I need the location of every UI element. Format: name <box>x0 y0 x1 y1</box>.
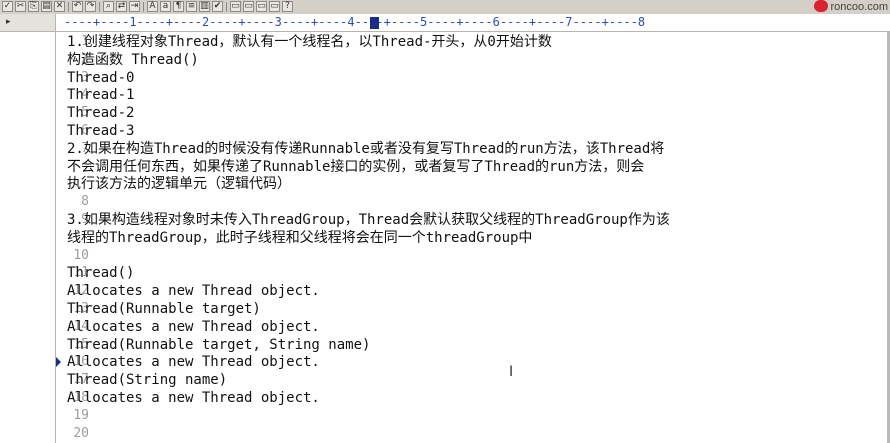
editor-line[interactable]: 10 <box>56 247 890 265</box>
editor-line[interactable]: 2 构造函数 Thread() <box>56 51 890 69</box>
toolbar: ✓ ✂ ⎘ ▤ ✕ ↶ ↷ ⌕ ⇄ ⇥ Aa ¶ ≡ ▥ ✔ ▭ ▭ ▭ ▭? roncoo.com <box>0 0 890 15</box>
brand-label: roncoo.com <box>830 1 888 13</box>
editor-line[interactable]: 5 Thread-2 <box>56 104 890 122</box>
editor-line[interactable]: 4 Thread-1 <box>56 86 890 104</box>
find-icon[interactable]: ⌕ <box>103 1 114 12</box>
toolbar-separator <box>99 2 100 12</box>
line-text: Allocates a new Thread object. <box>67 283 320 300</box>
replace-icon[interactable]: ⇄ <box>116 1 127 12</box>
left-panel-header: ▸ <box>0 14 55 32</box>
editor-line[interactable]: 执行该方法的逻辑单元（逻辑代码） <box>56 175 890 193</box>
editor-line[interactable]: 15 Thread(Runnable target, String name) <box>56 336 890 354</box>
line-text: Allocates a new Thread object. <box>67 354 320 371</box>
line-number: 10 <box>73 247 89 263</box>
editor-line[interactable]: 17 Thread(String name) <box>56 371 890 389</box>
line-number: 19 <box>73 407 89 423</box>
line-text: Thread(Runnable target) <box>67 301 261 317</box>
editor-line[interactable]: 9 3.如果构造线程对象时未传入ThreadGroup，Thread会默认获取父线… <box>56 211 890 229</box>
text-editor[interactable]: 1 1.创建线程对象Thread，默认有一个线程名，以Thread-开头，从0开始… <box>56 32 890 443</box>
editor-line[interactable]: 6 Thread-3 <box>56 122 890 140</box>
roncoo-logo-icon <box>813 0 828 12</box>
editor-line[interactable]: 12 Allocates a new Thread object. <box>56 282 890 300</box>
ruler-scale: ----+----1----+----2----+----3----+----4… <box>64 15 646 29</box>
column-icon[interactable]: ▥ <box>199 1 210 12</box>
line-text: 执行该方法的逻辑单元（逻辑代码） <box>67 176 291 193</box>
cut-icon[interactable]: ✂ <box>15 1 26 12</box>
line-text: 不会调用任何东西，如果传递了Runnable接口的实例，或者复写了Thread的… <box>67 158 645 175</box>
editor-line[interactable]: 20 <box>56 425 890 443</box>
brand-logo: roncoo.com <box>813 0 888 14</box>
window3-icon[interactable]: ▭ <box>256 1 267 12</box>
editor-line[interactable]: 14 Allocates a new Thread object. <box>56 318 890 336</box>
editor-line[interactable]: 11 Thread() <box>56 264 890 282</box>
ibeam-cursor-icon: I <box>509 364 514 380</box>
line-text: Thread(String name) <box>67 372 228 389</box>
line-number: 20 <box>73 425 89 441</box>
line-text: Thread-0 <box>67 69 135 86</box>
toolbar-separator <box>143 2 144 12</box>
goto-icon[interactable]: ⇥ <box>129 1 140 12</box>
redo-icon[interactable]: ↷ <box>85 1 96 12</box>
font-icon[interactable]: A <box>147 1 158 12</box>
line-text: Allocates a new Thread object. <box>67 390 320 406</box>
undo-icon[interactable]: ↶ <box>72 1 83 12</box>
wrap-icon[interactable]: ¶ <box>173 1 184 12</box>
editor-line[interactable]: 不会调用任何东西，如果传递了Runnable接口的实例，或者复写了Thread的… <box>56 158 890 176</box>
window1-icon[interactable]: ▭ <box>230 1 241 12</box>
editor-line[interactable]: 7 2.如果在构造Thread的时候没有传递Runnable或者没有复写Threa… <box>56 140 890 158</box>
left-panel: ▸ <box>0 14 56 443</box>
line-number: 8 <box>81 194 89 210</box>
editor-line[interactable]: 1 1.创建线程对象Thread，默认有一个线程名，以Thread-开头，从0开始… <box>56 33 890 51</box>
arrow-right-icon[interactable]: ▸ <box>6 17 11 27</box>
toolbar-separator <box>68 2 69 12</box>
spell-icon[interactable]: ✔ <box>212 1 223 12</box>
editor-line[interactable]: 19 <box>56 407 890 425</box>
help-icon[interactable]: ? <box>282 1 293 12</box>
line-text: Thread(Runnable target, String name) <box>67 336 371 353</box>
delete-icon[interactable]: ✕ <box>54 1 65 12</box>
line-text: 2.如果在构造Thread的时候没有传递Runnable或者没有复写Thread… <box>67 140 665 157</box>
line-text: 构造函数 Thread() <box>67 51 199 68</box>
line-text: 线程的ThreadGroup，此时子线程和父线程将会在同一个threadGrou… <box>67 229 533 246</box>
editor-line[interactable]: 16 Allocates a new Thread object. <box>56 353 890 371</box>
line-text: Thread-3 <box>67 123 135 139</box>
line-text: 1.创建线程对象Thread，默认有一个线程名，以Thread-开头，从0开始计… <box>67 34 552 50</box>
copy-icon[interactable]: ⎘ <box>28 1 39 12</box>
line-text: 3.如果构造线程对象时未传入ThreadGroup，Thread会默认获取父线程… <box>67 212 670 228</box>
editor-line[interactable]: 18 Allocates a new Thread object. <box>56 389 890 407</box>
line-text: Thread() <box>67 265 135 282</box>
editor-line[interactable]: 13 Thread(Runnable target) <box>56 300 890 318</box>
editor-line[interactable]: 线程的ThreadGroup，此时子线程和父线程将会在同一个threadGrou… <box>56 229 890 247</box>
line-text: Allocates a new Thread object. <box>67 318 320 335</box>
window2-icon[interactable]: ▭ <box>243 1 254 12</box>
paste-icon[interactable]: ▤ <box>41 1 52 12</box>
line-text: Thread-2 <box>67 105 135 122</box>
case-icon[interactable]: a <box>160 1 171 12</box>
window4-icon[interactable]: ▭ <box>269 1 280 12</box>
toolbar-separator <box>226 2 227 12</box>
editor-line[interactable]: 3 Thread-0 <box>56 69 890 87</box>
ruler-cursor-marker <box>370 17 379 29</box>
list-icon[interactable]: ≡ <box>186 1 197 12</box>
check-icon[interactable]: ✓ <box>2 1 13 12</box>
column-ruler: ----+----1----+----2----+----3----+----4… <box>56 14 890 32</box>
editor-line[interactable]: 8 <box>56 193 890 211</box>
line-text: Thread-1 <box>67 87 135 104</box>
